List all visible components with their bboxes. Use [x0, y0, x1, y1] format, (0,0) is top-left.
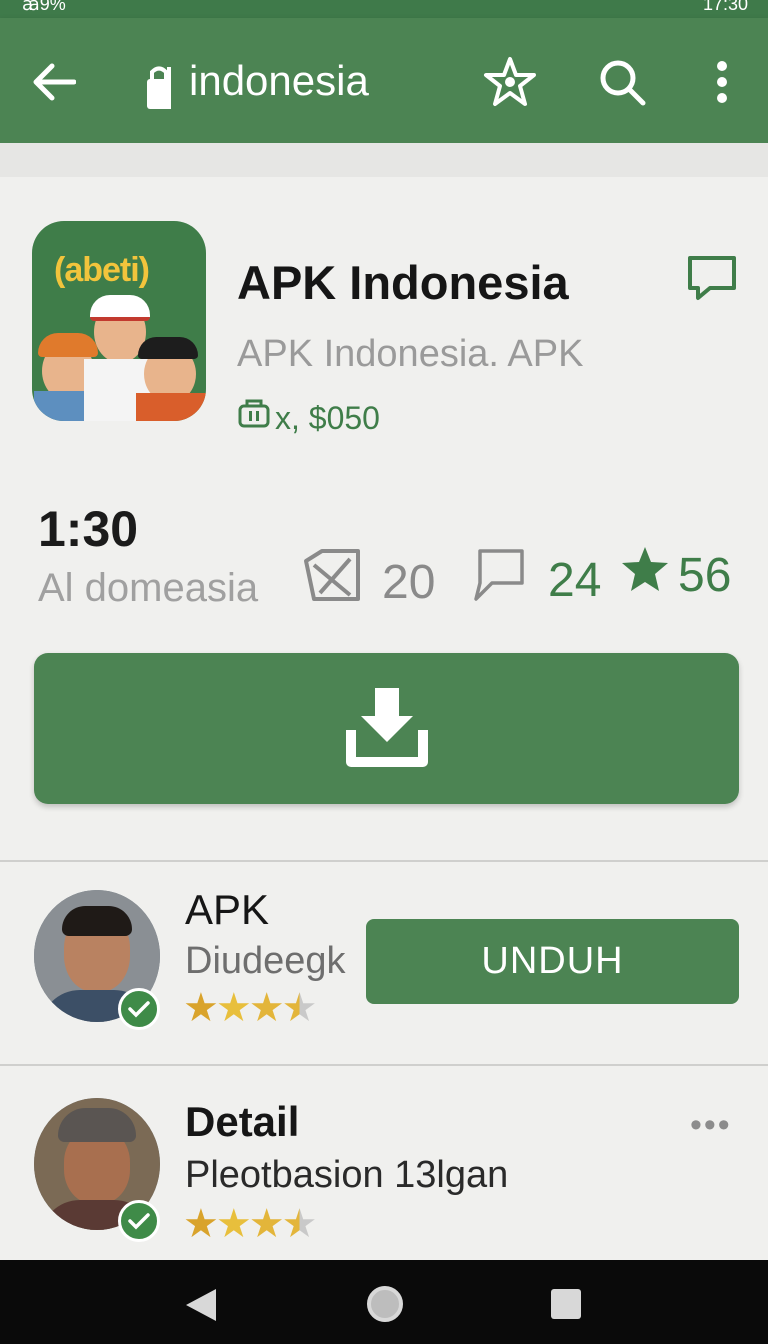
- stat-comments: 24: [470, 545, 601, 615]
- star-icon: ★: [248, 986, 285, 1030]
- toolbar-title-text: indonesia: [189, 57, 369, 104]
- search-icon[interactable]: [594, 54, 650, 110]
- more-horiz-icon[interactable]: •••: [690, 1106, 732, 1145]
- half-star-icon: ★: [281, 1202, 318, 1246]
- star-icon[interactable]: [482, 54, 538, 110]
- star-icon: ★: [183, 1202, 219, 1246]
- star-icon: ★: [215, 1202, 252, 1246]
- stat-comments-value: 24: [548, 553, 602, 607]
- system-nav-bar: [0, 1260, 768, 1344]
- price-tag-icon: [237, 398, 271, 438]
- download-button[interactable]: [34, 653, 739, 804]
- clock: 17:30: [702, 0, 748, 14]
- battery-percent: ꜳ9%: [22, 0, 66, 14]
- app-toolbar: indonesia: [0, 18, 768, 143]
- more-vert-icon[interactable]: [694, 54, 750, 110]
- back-arrow-icon[interactable]: [26, 54, 82, 110]
- package-icon: [300, 545, 364, 619]
- app-price: x, $050: [237, 398, 380, 438]
- comment-icon: [470, 545, 526, 615]
- item-title: Detail: [185, 1098, 300, 1145]
- app-subtitle: APK Indonesia. APK: [237, 333, 584, 375]
- verified-badge-icon: [118, 1200, 160, 1242]
- stat-size: 20: [300, 545, 435, 619]
- verified-badge-icon: [118, 988, 160, 1030]
- half-star-icon: ★: [281, 986, 318, 1030]
- download-icon: [345, 684, 429, 773]
- rating-stars: ★ ★ ★ ★: [183, 986, 317, 1030]
- app-icon[interactable]: (abeti): [32, 221, 206, 421]
- price-text: x, $050: [275, 399, 380, 436]
- time-label: 1:30: [38, 501, 139, 557]
- star-icon: ★: [183, 986, 219, 1030]
- list-item[interactable]: Detail Pleotbasion 13lgan ★ ★ ★ ★: [0, 1066, 768, 1266]
- stat-rating-value: 56: [678, 548, 732, 602]
- status-bar: ꜳ9% 17:30: [0, 0, 768, 18]
- location-label: Al domeasia: [38, 566, 259, 610]
- item-subtitle: Diudeegk: [185, 940, 346, 982]
- toolbar-title[interactable]: indonesia: [145, 56, 369, 109]
- unduh-button[interactable]: UNDUH: [366, 919, 739, 1004]
- item-subtitle: Pleotbasion 13lgan: [185, 1154, 509, 1196]
- star-icon: ★: [215, 986, 252, 1030]
- rating-stars: ★ ★ ★ ★: [183, 1202, 317, 1246]
- message-icon[interactable]: [686, 252, 738, 302]
- stat-rating: 56: [620, 545, 731, 605]
- nav-back-icon[interactable]: [182, 1286, 220, 1329]
- nav-recents-icon[interactable]: [550, 1288, 582, 1325]
- app-icon-brand: (abeti): [54, 251, 150, 289]
- rating-star-icon: [620, 545, 670, 605]
- item-title: APK: [185, 886, 270, 933]
- lock-icon: [145, 63, 171, 109]
- toolbar-shadow: [0, 143, 768, 177]
- stat-size-value: 20: [382, 555, 436, 609]
- app-name: APK Indonesia: [237, 256, 569, 309]
- nav-home-icon[interactable]: [365, 1284, 405, 1329]
- star-icon: ★: [248, 1202, 285, 1246]
